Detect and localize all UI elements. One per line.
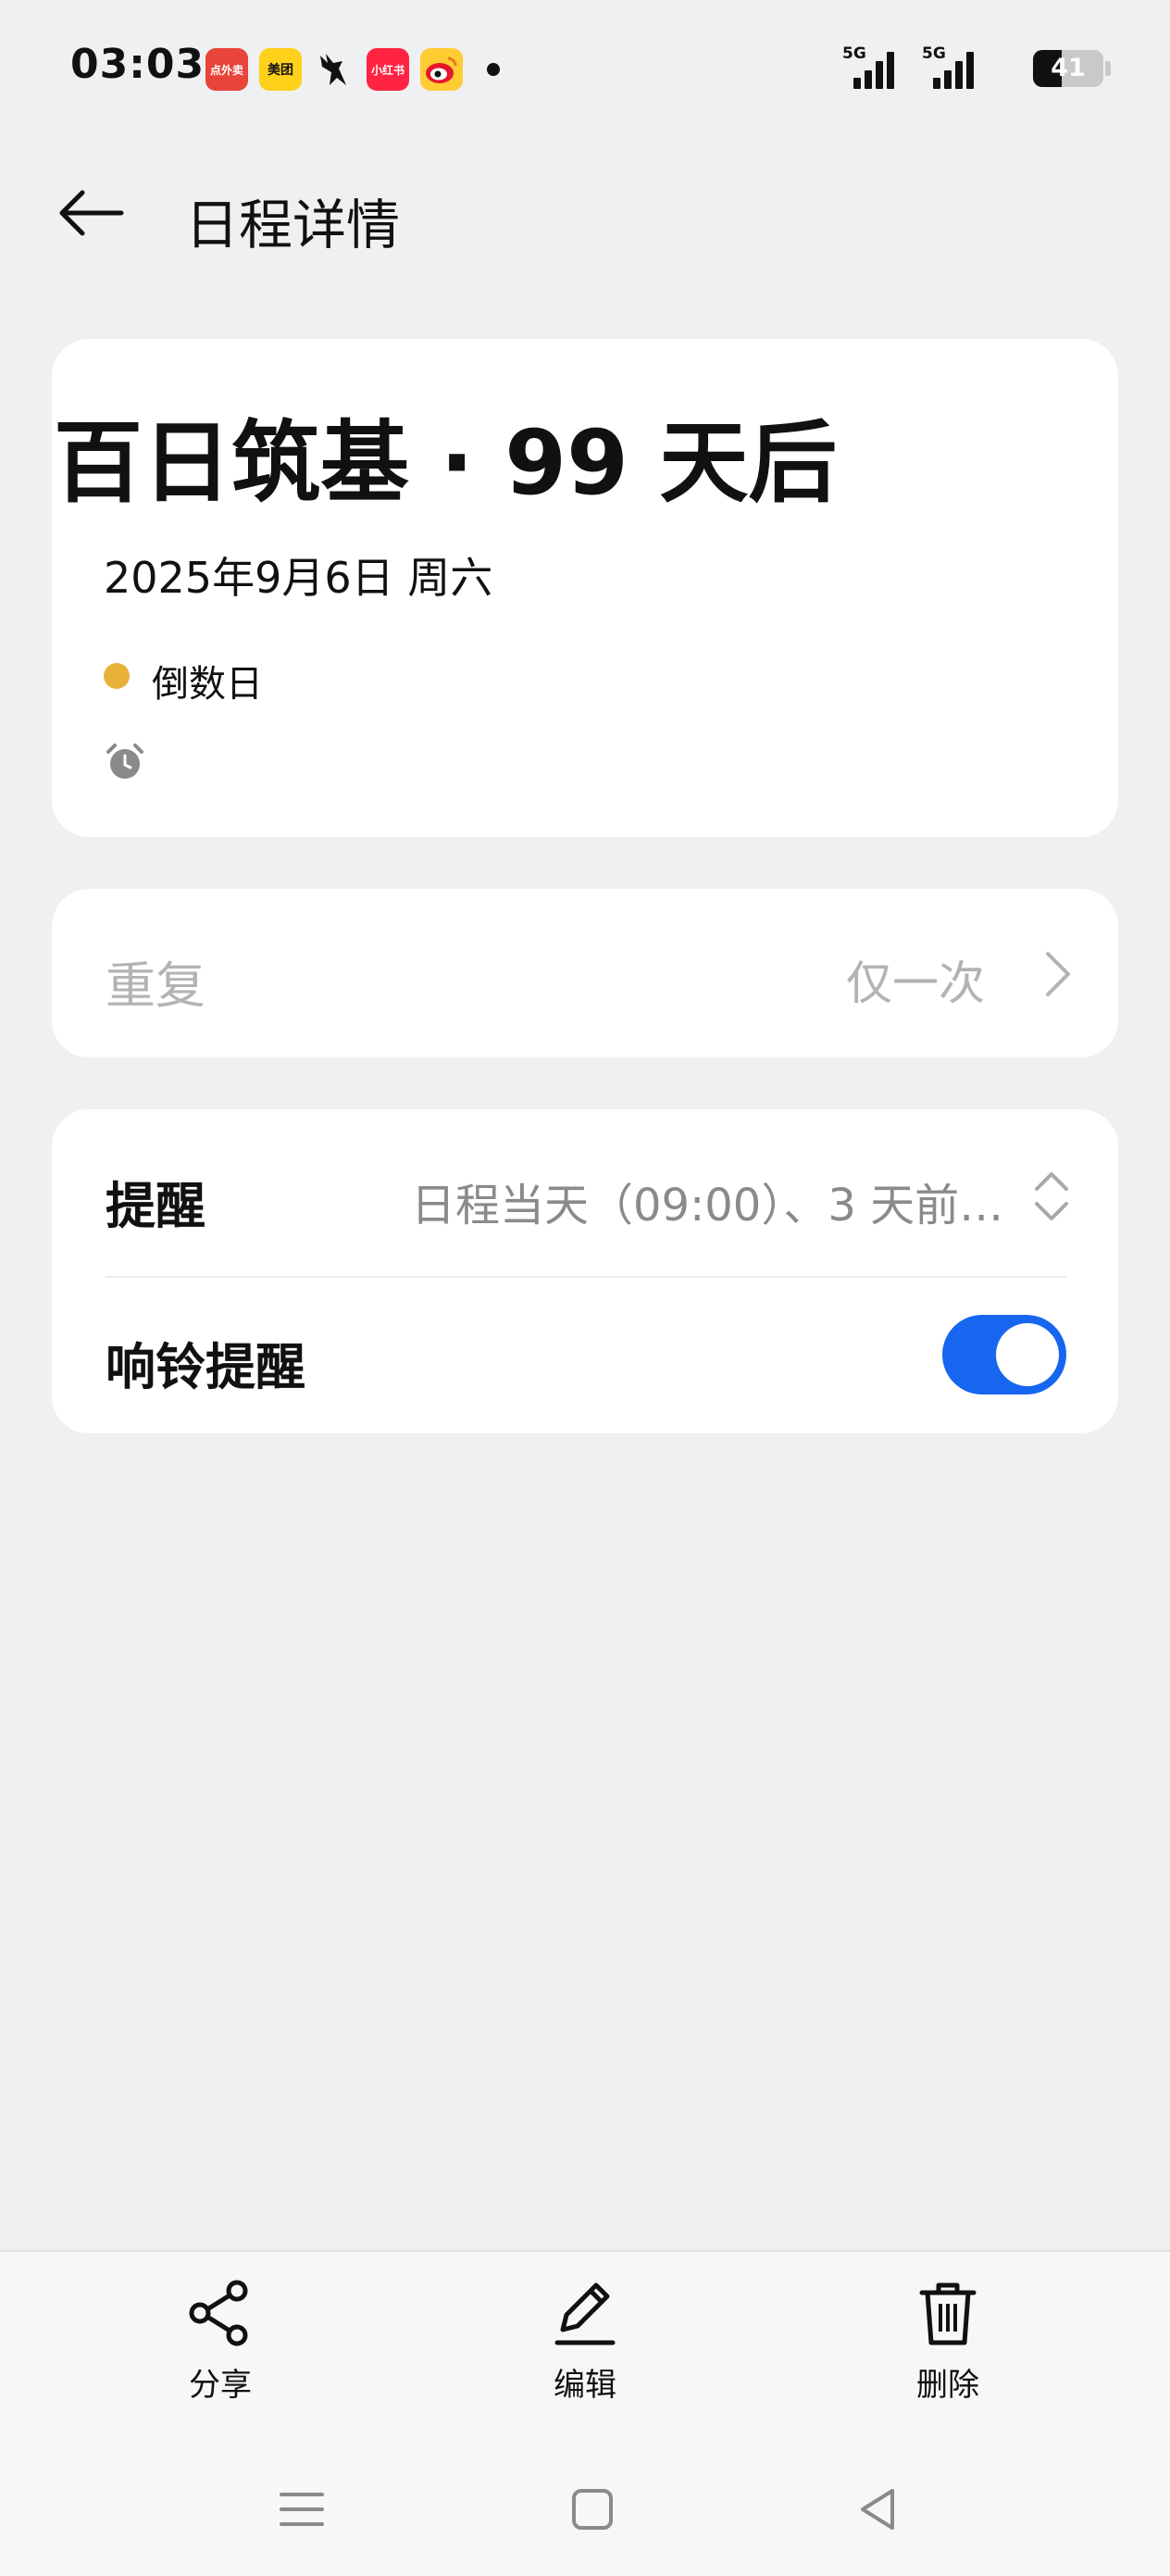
page-title: 日程详情 [185,194,401,256]
back-triangle-icon[interactable] [852,2482,907,2537]
cellular-signals: 5G 5G [842,44,981,89]
ring-reminder-label: 响铃提醒 [106,1338,305,1396]
category-color-dot [104,663,130,689]
category-label: 倒数日 [152,663,263,706]
weibo-app-icon [420,48,463,91]
chevron-right-icon [1046,952,1070,996]
trash-icon [919,2282,977,2345]
status-time: 03:03 [70,41,205,88]
signal-1-icon: 5G [842,44,902,89]
edit-label: 编辑 [554,2367,616,2404]
battery-tip [1105,61,1111,76]
edit-button[interactable]: 编辑 [492,2278,678,2417]
battery-icon: 41 [1033,50,1103,87]
repeat-value: 仅一次 [846,957,985,1010]
share-icon [189,2280,248,2346]
chevron-up-down-icon[interactable] [1029,1169,1074,1224]
delete-label: 删除 [916,2367,979,2404]
battery-level: 41 [1051,54,1086,82]
more-notifications-dot [487,63,500,76]
edit-pencil-icon [554,2282,616,2345]
home-square-icon[interactable] [565,2482,620,2537]
notification-app-icons: 点外卖 美团 小红书 [205,48,500,91]
back-button[interactable] [48,176,131,250]
event-date: 2025年9月6日 周六 [104,553,493,603]
xiaohongshu-app-icon: 小红书 [367,48,409,91]
arrow-left-icon [59,190,124,236]
divider [106,1276,1066,1278]
ring-reminder-toggle[interactable] [942,1315,1066,1394]
share-button[interactable]: 分享 [128,2278,313,2417]
status-bar: 03:03 点外卖 美团 小红书 5G 5G 41 [0,0,1170,139]
reminder-value[interactable]: 日程当天（09:00）、3 天前… [411,1169,1022,1233]
deer-app-icon [313,48,355,91]
delete-button[interactable]: 删除 [855,2278,1040,2417]
event-title: 百日筑基 · 99 天后 [54,411,838,515]
signal-2-icon: 5G [922,44,981,89]
meituan-app-icon: 美团 [259,48,302,91]
toggle-knob [996,1323,1059,1386]
menu-icon[interactable] [274,2482,330,2537]
repeat-label: 重复 [106,957,205,1015]
eleme-app-icon: 点外卖 [205,48,248,91]
reminder-label: 提醒 [106,1177,205,1235]
alarm-clock-icon [106,744,143,779]
share-label: 分享 [189,2367,252,2404]
